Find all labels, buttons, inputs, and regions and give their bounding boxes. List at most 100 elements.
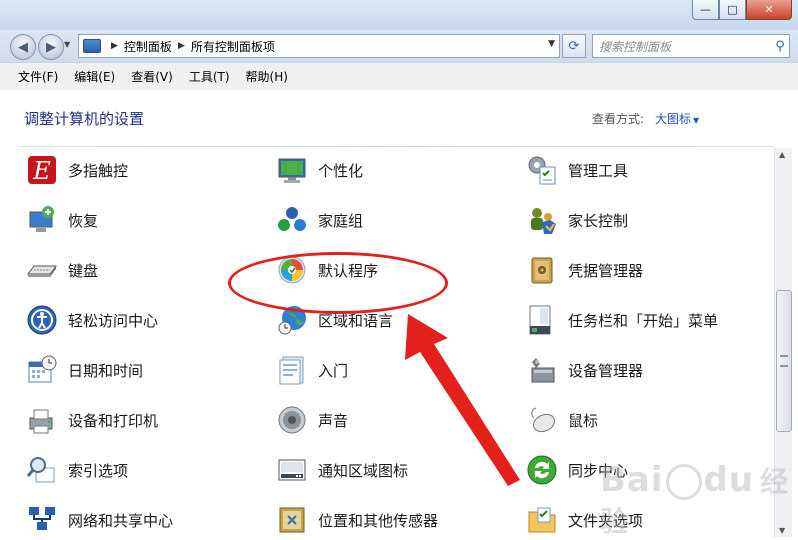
parental-controls-icon [526, 204, 558, 236]
recent-pages-dropdown[interactable]: ▼ [64, 40, 70, 49]
item-label[interactable]: 默认程序 [318, 260, 378, 281]
item-label[interactable]: 位置和其他传感器 [318, 510, 438, 531]
notification-area-icon [276, 454, 308, 486]
sound-icon [276, 404, 308, 436]
item-recovery[interactable]: 恢复 [26, 203, 98, 237]
item-folder-options[interactable]: 文件夹选项 [526, 503, 643, 537]
chevron-right-icon[interactable]: ▶ [178, 41, 185, 51]
item-notification-area[interactable]: 通知区域图标 [276, 453, 408, 487]
date-time-icon [26, 354, 58, 386]
menu-file[interactable]: 文件(F) [0, 68, 66, 85]
item-label[interactable]: 设备和打印机 [68, 410, 158, 431]
item-homegroup[interactable]: 家庭组 [276, 203, 363, 237]
search-input[interactable]: 搜索控制面板 [593, 38, 771, 55]
minimize-button[interactable]: — [692, 0, 719, 20]
location-sensors-icon [276, 504, 308, 536]
item-mouse[interactable]: 鼠标 [526, 403, 598, 437]
item-label[interactable]: 键盘 [68, 260, 98, 281]
back-button[interactable]: ◀ [10, 34, 36, 60]
default-programs-icon [276, 254, 308, 286]
menu-help[interactable]: 帮助(H) [238, 68, 296, 85]
item-date-time[interactable]: 日期和时间 [26, 353, 143, 387]
item-keyboard[interactable]: 键盘 [26, 253, 98, 287]
item-label[interactable]: 凭据管理器 [568, 260, 643, 281]
item-ease-of-access[interactable]: 轻松访问中心 [26, 303, 158, 337]
menu-view[interactable]: 查看(V) [123, 68, 181, 85]
vertical-scrollbar[interactable]: ▲ ▼ [774, 148, 792, 537]
item-label[interactable]: 轻松访问中心 [68, 310, 158, 331]
item-admin-tools[interactable]: 管理工具 [526, 153, 628, 187]
close-button[interactable]: ✕ [746, 0, 792, 20]
item-label[interactable]: 索引选项 [68, 460, 128, 481]
chevron-right-icon[interactable]: ▶ [111, 41, 118, 51]
item-getting-started[interactable]: 入门 [276, 353, 348, 387]
chevron-down-icon[interactable]: ▼ [693, 116, 699, 125]
menu-tools[interactable]: 工具(T) [181, 68, 238, 85]
item-label[interactable]: 入门 [318, 360, 348, 381]
search-icon[interactable]: ⚲ [771, 39, 789, 54]
scroll-down-icon[interactable]: ▼ [779, 526, 785, 535]
item-label[interactable]: 个性化 [318, 160, 363, 181]
item-network-sharing[interactable]: 网络和共享中心 [26, 503, 173, 537]
item-label[interactable]: 声音 [318, 410, 348, 431]
item-label[interactable]: 日期和时间 [68, 360, 143, 381]
item-parental-controls[interactable]: 家长控制 [526, 203, 628, 237]
page-title: 调整计算机的设置 [24, 110, 145, 128]
search-box[interactable]: 搜索控制面板 ⚲ [592, 34, 790, 58]
item-multitouch[interactable]: E 多指触控 [26, 153, 128, 187]
item-location-sensors[interactable]: 位置和其他传感器 [276, 503, 438, 537]
item-label[interactable]: 多指触控 [68, 160, 128, 181]
watermark-brand-2: du [703, 460, 755, 500]
item-label[interactable]: 区域和语言 [318, 310, 393, 331]
item-label[interactable]: 家庭组 [318, 210, 363, 231]
multitouch-icon: E [26, 154, 58, 186]
item-personalization[interactable]: 个性化 [276, 153, 363, 187]
forward-button[interactable]: ▶ [38, 34, 64, 60]
control-panel-content: 调整计算机的设置 查看方式: 大图标 ▼ E 多指触控 个性化 管理工具 恢复 家… [0, 90, 798, 538]
refresh-button[interactable]: ⟳ [562, 34, 586, 58]
devices-printers-icon [26, 404, 58, 436]
scroll-up-icon[interactable]: ▲ [779, 150, 785, 159]
svg-text:E: E [32, 157, 51, 185]
recovery-icon [26, 204, 58, 236]
item-credential-manager[interactable]: 凭据管理器 [526, 253, 643, 287]
item-label[interactable]: 通知区域图标 [318, 460, 408, 481]
item-label[interactable]: 任务栏和「开始」菜单 [568, 310, 718, 331]
item-region-language[interactable]: 区域和语言 [276, 303, 393, 337]
control-panel-icon [83, 39, 101, 53]
item-devices-printers[interactable]: 设备和打印机 [26, 403, 158, 437]
item-label[interactable]: 家长控制 [568, 210, 628, 231]
breadcrumb-control-panel[interactable]: 控制面板 [124, 38, 172, 55]
item-label[interactable]: 同步中心 [568, 460, 628, 481]
item-label[interactable]: 设备管理器 [568, 360, 643, 381]
item-label[interactable]: 恢复 [68, 210, 98, 231]
item-taskbar[interactable]: 任务栏和「开始」菜单 [526, 303, 718, 337]
item-label[interactable]: 管理工具 [568, 160, 628, 181]
item-default-programs[interactable]: 默认程序 [276, 253, 378, 287]
maximize-button[interactable]: □ [719, 0, 746, 20]
view-by-dropdown[interactable]: 大图标 ▼ [655, 110, 699, 127]
divider [18, 146, 774, 147]
breadcrumb-all-items[interactable]: 所有控制面板项 [191, 38, 275, 55]
caption-buttons: — □ ✕ [692, 0, 792, 20]
address-field[interactable]: ▶ 控制面板 ▶ 所有控制面板项 ▼ [78, 34, 560, 58]
item-label[interactable]: 文件夹选项 [568, 510, 643, 531]
folder-options-icon [526, 504, 558, 536]
network-sharing-icon [26, 504, 58, 536]
item-sync-center[interactable]: 同步中心 [526, 453, 628, 487]
arrow-left-icon: ◀ [18, 39, 28, 55]
view-by-label: 查看方式: [592, 112, 645, 126]
scrollbar-thumb[interactable] [776, 290, 792, 432]
menu-edit[interactable]: 编辑(E) [66, 68, 123, 85]
view-by-value[interactable]: 大图标 [655, 112, 691, 126]
title-bar: — □ ✕ [0, 0, 798, 30]
mouse-icon [526, 404, 558, 436]
item-indexing-options[interactable]: 索引选项 [26, 453, 128, 487]
item-label[interactable]: 鼠标 [568, 410, 598, 431]
address-dropdown-icon[interactable]: ▼ [548, 39, 555, 49]
keyboard-icon [26, 254, 58, 286]
item-label[interactable]: 网络和共享中心 [68, 510, 173, 531]
item-device-manager[interactable]: 设备管理器 [526, 353, 643, 387]
item-sound[interactable]: 声音 [276, 403, 348, 437]
credential-manager-icon [526, 254, 558, 286]
